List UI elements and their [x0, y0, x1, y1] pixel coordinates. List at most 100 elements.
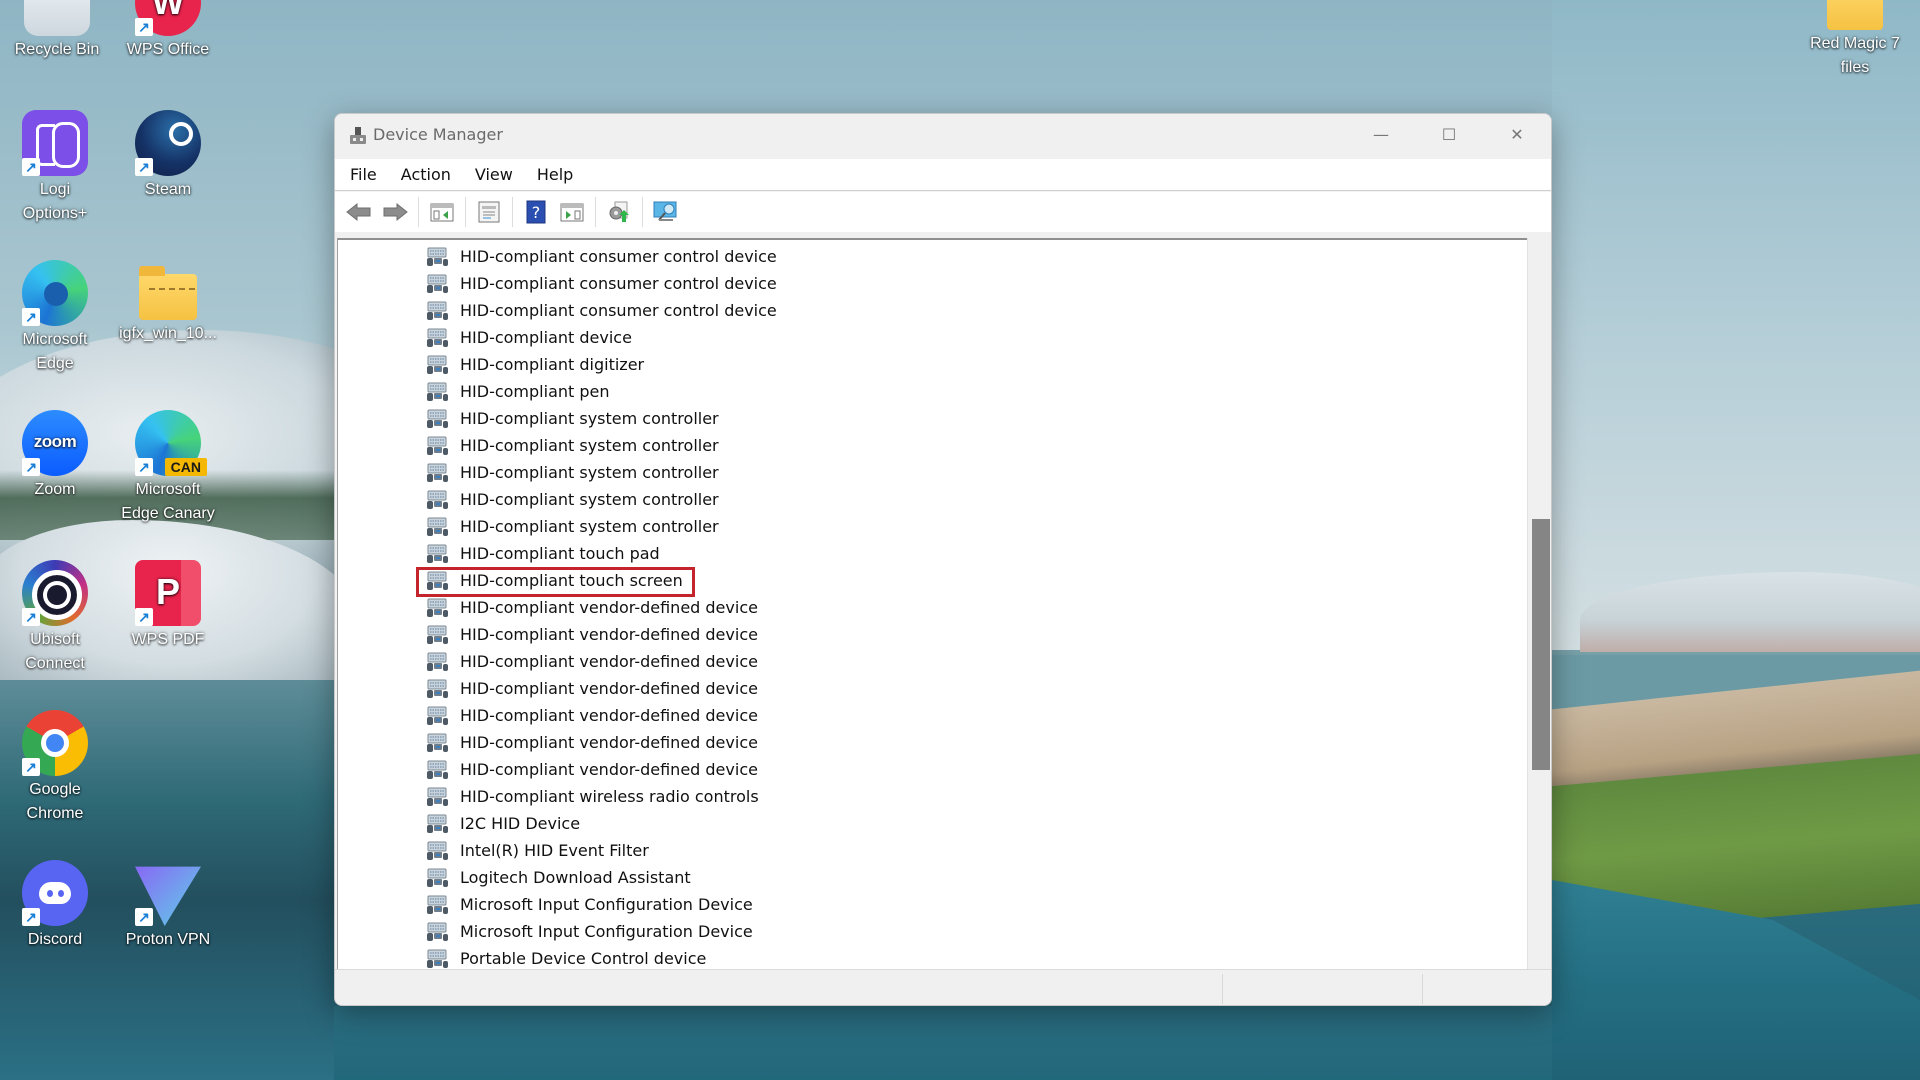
device-name: HID-compliant consumer control device	[460, 301, 777, 320]
forward-button[interactable]	[377, 197, 413, 227]
device-name: HID-compliant vendor-defined device	[460, 598, 758, 617]
device-name: Microsoft Input Configuration Device	[460, 922, 753, 941]
shortcut-arrow-icon: ↗	[135, 908, 153, 926]
device-list-item[interactable]: HID-compliant system controller	[338, 460, 1527, 487]
hid-device-icon	[427, 814, 448, 833]
desktop-icon-microsoft-edge[interactable]: ↗ Microsoft Edge	[0, 260, 110, 376]
device-list-item[interactable]: HID-compliant vendor-defined device	[338, 595, 1527, 622]
device-list-item[interactable]: HID-compliant consumer control device	[338, 271, 1527, 298]
scrollbar-thumb[interactable]	[1532, 519, 1550, 770]
minimize-button[interactable]: —	[1347, 114, 1415, 154]
canary-badge: CAN	[164, 458, 207, 476]
folder-icon	[1827, 0, 1883, 30]
device-name: HID-compliant vendor-defined device	[460, 760, 758, 779]
vertical-scrollbar[interactable]	[1527, 238, 1551, 969]
arrow-left-icon	[346, 202, 371, 222]
device-list-item[interactable]: HID-compliant vendor-defined device	[338, 703, 1527, 730]
shortcut-arrow-icon: ↗	[135, 158, 153, 176]
zoom-icon: zoom ↗	[22, 410, 88, 476]
device-list-item[interactable]: HID-compliant digitizer	[338, 352, 1527, 379]
hid-device-icon	[427, 706, 448, 725]
recycle-bin-icon	[24, 0, 90, 36]
device-list-item[interactable]: HID-compliant system controller	[338, 487, 1527, 514]
hid-device-icon	[427, 679, 448, 698]
desktop-icon-edge-canary[interactable]: CAN ↗ Microsoft Edge Canary	[113, 410, 223, 526]
hid-device-icon	[427, 760, 448, 779]
desktop-icon-proton-vpn[interactable]: ↗ Proton VPN	[113, 860, 223, 952]
menu-help[interactable]: Help	[536, 163, 574, 186]
hid-device-icon	[427, 301, 448, 320]
device-name: HID-compliant device	[460, 328, 632, 347]
device-list-item[interactable]: I2C HID Device	[338, 811, 1527, 838]
maximize-button[interactable]: ☐	[1415, 114, 1483, 154]
device-name: HID-compliant system controller	[460, 409, 719, 428]
menu-view[interactable]: View	[474, 163, 514, 186]
toolbar-separator	[595, 197, 596, 227]
menu-file[interactable]: File	[349, 163, 378, 186]
desktop-icon-label: Red Magic 7 files	[1810, 35, 1900, 76]
device-list-item[interactable]: HID-compliant system controller	[338, 514, 1527, 541]
device-name: HID-compliant wireless radio controls	[460, 787, 759, 806]
device-list-item[interactable]: HID-compliant vendor-defined device	[338, 649, 1527, 676]
desktop-icon-label: Recycle Bin	[14, 41, 100, 58]
desktop-icon-google-chrome[interactable]: ↗ Google Chrome	[0, 710, 110, 826]
device-list-item[interactable]: Microsoft Input Configuration Device	[338, 919, 1527, 946]
hid-device-icon	[427, 382, 448, 401]
shortcut-arrow-icon: ↗	[22, 458, 40, 476]
discord-icon: ↗	[22, 860, 88, 926]
properties-button[interactable]	[471, 197, 507, 227]
device-list-item[interactable]: HID-compliant device	[338, 325, 1527, 352]
desktop-icon-igfx-zip[interactable]: igfx_win_10...	[113, 260, 223, 346]
highlight-annotation-box	[416, 567, 695, 597]
device-list-item[interactable]: HID-compliant system controller	[338, 433, 1527, 460]
edge-canary-icon: CAN ↗	[135, 410, 207, 476]
show-hide-action-pane-button[interactable]	[554, 197, 590, 227]
desktop-icon-label: Steam	[144, 181, 192, 198]
device-name: HID-compliant system controller	[460, 517, 719, 536]
desktop-icon-wps-office[interactable]: W ↗ WPS Office	[113, 0, 223, 62]
desktop-icon-label: WPS Office	[126, 41, 210, 58]
device-list-item[interactable]: HID-compliant system controller	[338, 406, 1527, 433]
device-list-item[interactable]: Logitech Download Assistant	[338, 865, 1527, 892]
back-button[interactable]	[341, 197, 377, 227]
hid-device-icon	[427, 868, 448, 887]
wallpaper-water-strip	[334, 1006, 1552, 1080]
device-list-item[interactable]: HID-compliant wireless radio controls	[338, 784, 1527, 811]
desktop-icon-recycle-bin[interactable]: Recycle Bin	[2, 0, 112, 62]
device-list-item[interactable]: HID-compliant consumer control device	[338, 244, 1527, 271]
hid-device-icon	[427, 463, 448, 482]
scan-hardware-button[interactable]	[648, 197, 684, 227]
desktop-icon-red-magic-files[interactable]: Red Magic 7 files	[1800, 0, 1910, 80]
desktop-icon-label: Discord	[27, 931, 83, 948]
device-list-item[interactable]: HID-compliant consumer control device	[338, 298, 1527, 325]
show-hide-console-tree-button[interactable]	[424, 197, 460, 227]
menu-action[interactable]: Action	[400, 163, 452, 186]
help-button[interactable]: ?	[518, 197, 554, 227]
desktop-icon-wps-pdf[interactable]: P ↗ WPS PDF	[113, 560, 223, 652]
device-list-item[interactable]: HID-compliant vendor-defined device	[338, 757, 1527, 784]
device-list-item[interactable]: Microsoft Input Configuration Device	[338, 892, 1527, 919]
device-list-item[interactable]: Intel(R) HID Event Filter	[338, 838, 1527, 865]
wps-office-icon: W ↗	[135, 0, 201, 36]
toolbar-separator	[642, 197, 643, 227]
device-list-item[interactable]: Portable Device Control device	[338, 946, 1527, 969]
device-tree[interactable]: HID-compliant consumer control device HI…	[337, 238, 1527, 969]
hid-device-icon	[427, 247, 448, 266]
desktop-icon-discord[interactable]: ↗ Discord	[0, 860, 110, 952]
close-button[interactable]: ✕	[1483, 114, 1551, 154]
desktop-icon-ubisoft-connect[interactable]: ↗ Ubisoft Connect	[0, 560, 110, 676]
desktop-icon-zoom[interactable]: zoom ↗ Zoom	[0, 410, 110, 502]
device-name: HID-compliant vendor-defined device	[460, 733, 758, 752]
device-list-item[interactable]: HID-compliant vendor-defined device	[338, 730, 1527, 757]
title-bar[interactable]: Device Manager — ☐ ✕	[335, 114, 1551, 159]
device-list-item[interactable]: HID-compliant pen	[338, 379, 1527, 406]
status-divider	[1422, 974, 1423, 1004]
desktop-icon-logi-options[interactable]: ↗ Logi Options+	[0, 110, 110, 226]
device-name: HID-compliant consumer control device	[460, 274, 777, 293]
device-list-item[interactable]: HID-compliant vendor-defined device	[338, 622, 1527, 649]
update-driver-button[interactable]	[601, 197, 637, 227]
maximize-icon: ☐	[1441, 124, 1457, 144]
device-list-item[interactable]: HID-compliant touch pad	[338, 541, 1527, 568]
device-list-item[interactable]: HID-compliant vendor-defined device	[338, 676, 1527, 703]
desktop-icon-steam[interactable]: ↗ Steam	[113, 110, 223, 202]
